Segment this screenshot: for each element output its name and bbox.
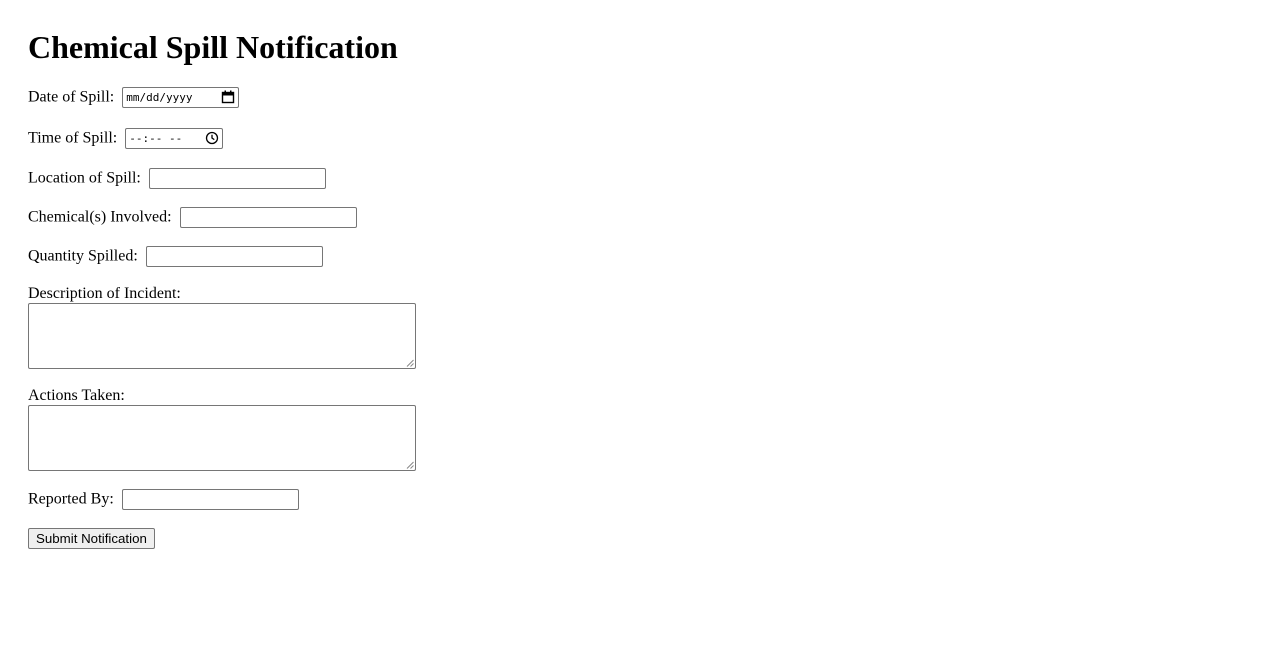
actions-textarea[interactable] xyxy=(28,405,416,471)
date-label: Date of Spill: xyxy=(28,88,115,106)
chemicals-label: Chemical(s) Involved: xyxy=(28,208,172,226)
location-label: Location of Spill: xyxy=(28,169,141,187)
reported-by-input[interactable] xyxy=(121,489,299,510)
submit-notification-button[interactable]: Submit Notification xyxy=(28,528,155,549)
date-input[interactable]: mm/dd/yyyy xyxy=(122,87,240,108)
time-row: Time of Spill: --:-- -- xyxy=(28,128,224,149)
description-label: Description of Incident: xyxy=(28,285,181,302)
time-label: Time of Spill: xyxy=(28,129,118,147)
quantity-label: Quantity Spilled: xyxy=(28,247,138,265)
chemicals-input[interactable] xyxy=(179,207,357,228)
quantity-input[interactable] xyxy=(145,246,323,267)
time-input[interactable]: --:-- -- xyxy=(125,128,224,149)
actions-label: Actions Taken: xyxy=(28,387,125,404)
calendar-icon[interactable] xyxy=(221,90,235,104)
resize-grip-icon[interactable] xyxy=(406,359,414,367)
date-placeholder: mm/dd/yyyy xyxy=(126,91,193,104)
resize-grip-icon[interactable] xyxy=(406,461,414,469)
time-placeholder: --:-- -- xyxy=(129,132,183,145)
date-row: Date of Spill: mm/dd/yyyy xyxy=(28,87,240,108)
clock-icon[interactable] xyxy=(205,131,219,145)
description-textarea[interactable] xyxy=(28,303,416,369)
location-row: Location of Spill: xyxy=(28,168,326,189)
location-input[interactable] xyxy=(148,168,326,189)
quantity-row: Quantity Spilled: xyxy=(28,246,323,267)
reported-by-label: Reported By: xyxy=(28,490,114,508)
reported-by-row: Reported By: xyxy=(28,489,299,510)
page-title: Chemical Spill Notification xyxy=(28,29,398,65)
chemicals-row: Chemical(s) Involved: xyxy=(28,207,357,228)
